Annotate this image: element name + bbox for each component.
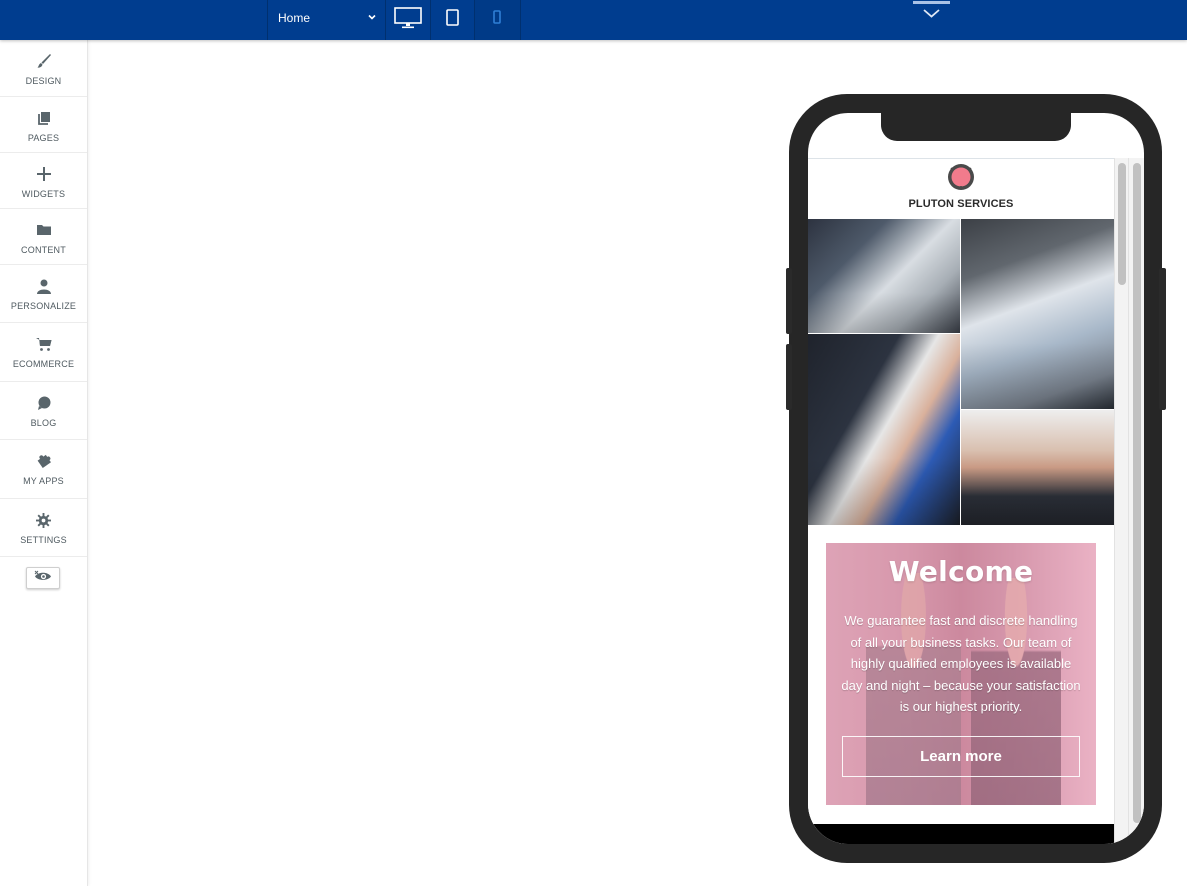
sidebar-item-pages[interactable]: PAGES	[0, 97, 87, 153]
sidebar-item-personalize[interactable]: PERSONALIZE	[0, 265, 87, 323]
gallery-photo-typing-laptop[interactable]	[961, 219, 1114, 409]
cart-icon	[35, 335, 52, 353]
page-select-value: Home	[278, 11, 311, 25]
sidebar-item-settings[interactable]: SETTINGS	[0, 499, 87, 557]
site-footer-strip	[808, 824, 1114, 844]
sidebar-item-widgets[interactable]: WIDGETS	[0, 153, 87, 209]
phone-volume-down-button	[786, 344, 792, 410]
paintbrush-icon	[36, 52, 52, 70]
sidebar-item-ecommerce[interactable]: ECOMMERCE	[0, 323, 87, 382]
site-scrollbar[interactable]	[1114, 158, 1128, 844]
phone-power-button	[1159, 268, 1166, 410]
sidebar-item-content[interactable]: CONTENT	[0, 209, 87, 265]
mobile-view-button[interactable]	[475, 0, 521, 40]
website-preview: PLUTON SERVICES Welcome We guarantee fas…	[808, 158, 1114, 844]
site-scrollbar-thumb[interactable]	[1118, 163, 1126, 285]
desktop-view-button[interactable]	[386, 0, 431, 40]
site-brand-name: PLUTON SERVICES	[908, 198, 1014, 210]
mobile-icon	[493, 10, 502, 30]
gallery-photo-team-meeting[interactable]	[808, 219, 960, 333]
gallery-photo-smiling-team[interactable]	[961, 410, 1114, 525]
learn-more-button[interactable]: Learn more	[842, 736, 1080, 777]
sidebar-item-design[interactable]: DESIGN	[0, 40, 87, 97]
sidebar-item-blog[interactable]: BLOG	[0, 382, 87, 440]
hero-body-text: We guarantee fast and discrete handling …	[841, 613, 1081, 715]
photo-gallery	[808, 219, 1114, 525]
phone-volume-up-button	[786, 268, 792, 334]
chevron-down-icon	[923, 9, 940, 18]
plus-icon	[36, 165, 51, 183]
folder-icon	[36, 221, 51, 239]
phone-screen: PLUTON SERVICES Welcome We guarantee fas…	[808, 113, 1144, 844]
collapse-toolbar-toggle[interactable]	[913, 0, 950, 22]
welcome-hero: Welcome We guarantee fast and discrete h…	[826, 543, 1096, 805]
page-select-dropdown[interactable]: Home	[267, 0, 386, 40]
desktop-icon	[394, 6, 422, 34]
site-logo[interactable]: PLUTON SERVICES	[808, 163, 1114, 210]
user-icon	[36, 277, 51, 295]
pages-icon	[37, 109, 51, 127]
phone-notch	[881, 113, 1071, 141]
frame-scrollbar[interactable]	[1128, 158, 1144, 844]
preview-toggle-button[interactable]	[26, 567, 60, 589]
gear-icon	[36, 511, 51, 529]
sidebar: DESIGN PAGES WIDGETS CONTENT PERSONALIZE…	[0, 40, 88, 886]
top-toolbar: Home	[0, 0, 1187, 40]
gallery-photo-handshake[interactable]	[808, 334, 960, 525]
chat-bubble-icon	[37, 394, 51, 412]
frame-scrollbar-thumb[interactable]	[1133, 163, 1141, 823]
puzzle-icon	[36, 452, 52, 470]
tablet-icon	[445, 8, 460, 32]
handle-bar	[913, 1, 950, 4]
logo-mark-icon	[948, 164, 974, 190]
hero-title: Welcome	[888, 555, 1034, 588]
tablet-view-button[interactable]	[431, 0, 475, 40]
sidebar-item-my-apps[interactable]: MY APPS	[0, 440, 87, 499]
chevron-down-icon	[368, 0, 376, 36]
eye-hidden-icon	[34, 569, 52, 587]
